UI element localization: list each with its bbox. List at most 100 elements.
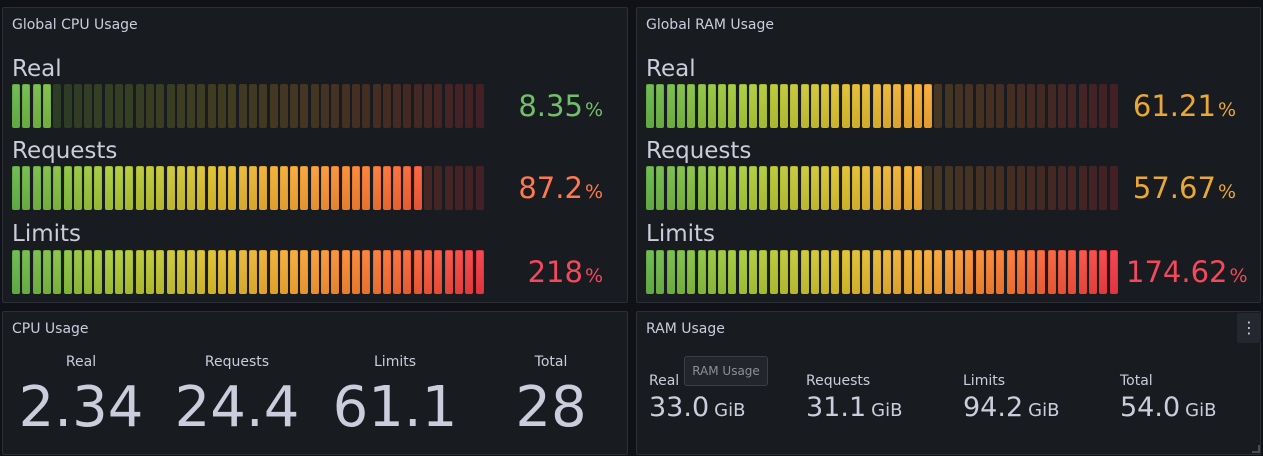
gauge-cell [738,166,747,210]
gauge-cell [697,250,706,294]
gauge-cell [1078,166,1087,210]
gauge-cell [666,166,675,210]
gauge-cell [965,84,974,128]
gauge-cell [944,250,953,294]
gauge-cell [779,166,788,210]
stat-label: Real [65,354,97,370]
gauge-cell [934,166,943,210]
gauge-cell [1088,84,1097,128]
gauge-cell [1068,84,1077,128]
gauge-value-limits: 174.62% [1126,250,1248,294]
gauge-cell [63,84,72,128]
gauge-cell [955,166,963,210]
value-unit: % [584,181,603,203]
gauge-cell [104,166,113,210]
stat-limits: Limits 61.1 [325,354,465,436]
gauge-cell [248,250,257,294]
gauge-cell [84,250,93,294]
gauge-cell [238,166,247,210]
gauge-cell [882,250,891,294]
gauge-cell [965,250,974,294]
gauge-cell [187,250,196,294]
gauge-cell [852,166,860,210]
gauge-cell [12,84,20,128]
stat-real: Real 2.34 [11,354,151,436]
gauge-cell [810,166,819,210]
gauge-cell [790,84,799,128]
gauge-cell [1068,166,1077,210]
stat-requests: Requests 31.1 GiB [806,373,902,421]
gauge-cell [465,166,474,210]
gauge-cell [248,84,257,128]
panel-title[interactable]: Global CPU Usage [12,17,138,33]
value-number: 94.2 [963,392,1024,423]
resize-handle-icon[interactable] [1252,445,1260,453]
value-number: 87.2 [518,171,583,205]
gauge-cell [687,250,696,294]
gauge-cell [862,166,871,210]
gauge-cell [1006,250,1015,294]
stat-value: 31.1 GiB [806,394,902,421]
gauge-cell [1099,84,1108,128]
gauge-cell [985,84,994,128]
gauge-cell [331,250,340,294]
gauge-cell [882,166,891,210]
gauge-cell [351,166,360,210]
gauge-cell [444,84,453,128]
gauge-cell [779,250,788,294]
gauge-cell [238,250,247,294]
gauge-cell [1078,84,1087,128]
gauge-cell [934,250,943,294]
panel-title[interactable]: CPU Usage [12,321,89,337]
gauge-cell [955,84,963,128]
gauge-cell [1037,84,1046,128]
gauge-cell [656,84,665,128]
panel-menu-button[interactable]: ⋮ [1237,313,1261,343]
panel-title[interactable]: Global RAM Usage [646,17,774,33]
gauge-cell [166,84,175,128]
gauge-cell [821,166,830,210]
gauge-cell [145,84,154,128]
gauge-cell [779,84,788,128]
ram-limits-bar-gauge [646,250,1124,294]
gauge-cell [321,84,329,128]
gauge-cell [300,250,309,294]
gauge-cell [53,250,62,294]
stat-value: 61.1 [332,375,458,440]
gauge-cell [228,84,237,128]
gauge-cell [1037,250,1046,294]
gauge-label-real: Real [12,56,62,82]
gauge-cell [382,84,391,128]
gauge-cell [73,166,82,210]
gauge-cell [197,166,206,210]
panel-title[interactable]: RAM Usage [646,321,725,337]
gauge-cell [882,84,891,128]
gauge-cell [115,166,123,210]
gauge-cell [996,84,1005,128]
gauge-cell [769,166,778,210]
gauge-cell [176,250,185,294]
gauge-cell [290,250,299,294]
gauge-cell [454,84,463,128]
stat-label: Limits [374,354,416,370]
gauge-cell [63,166,72,210]
gauge-cell [248,166,257,210]
gauge-cell [279,84,288,128]
gauge-cell [22,250,31,294]
gauge-cell [676,166,685,210]
gauge-cell [42,250,51,294]
gauge-cell [145,166,154,210]
gauge-cell [403,166,412,210]
gauge-cell [841,250,850,294]
gauge-cell [300,166,309,210]
gauge-cell [1058,250,1066,294]
gauge-cell [841,84,850,128]
gauge-cell [12,250,20,294]
stat-value: 54.0 GiB [1120,394,1216,421]
gauge-cell [207,250,216,294]
gauge-cell [646,166,654,210]
gauge-cell [218,84,226,128]
value-number: 31.1 [806,392,867,423]
gauge-cell [73,250,82,294]
value-unit: GiB [1185,400,1217,421]
